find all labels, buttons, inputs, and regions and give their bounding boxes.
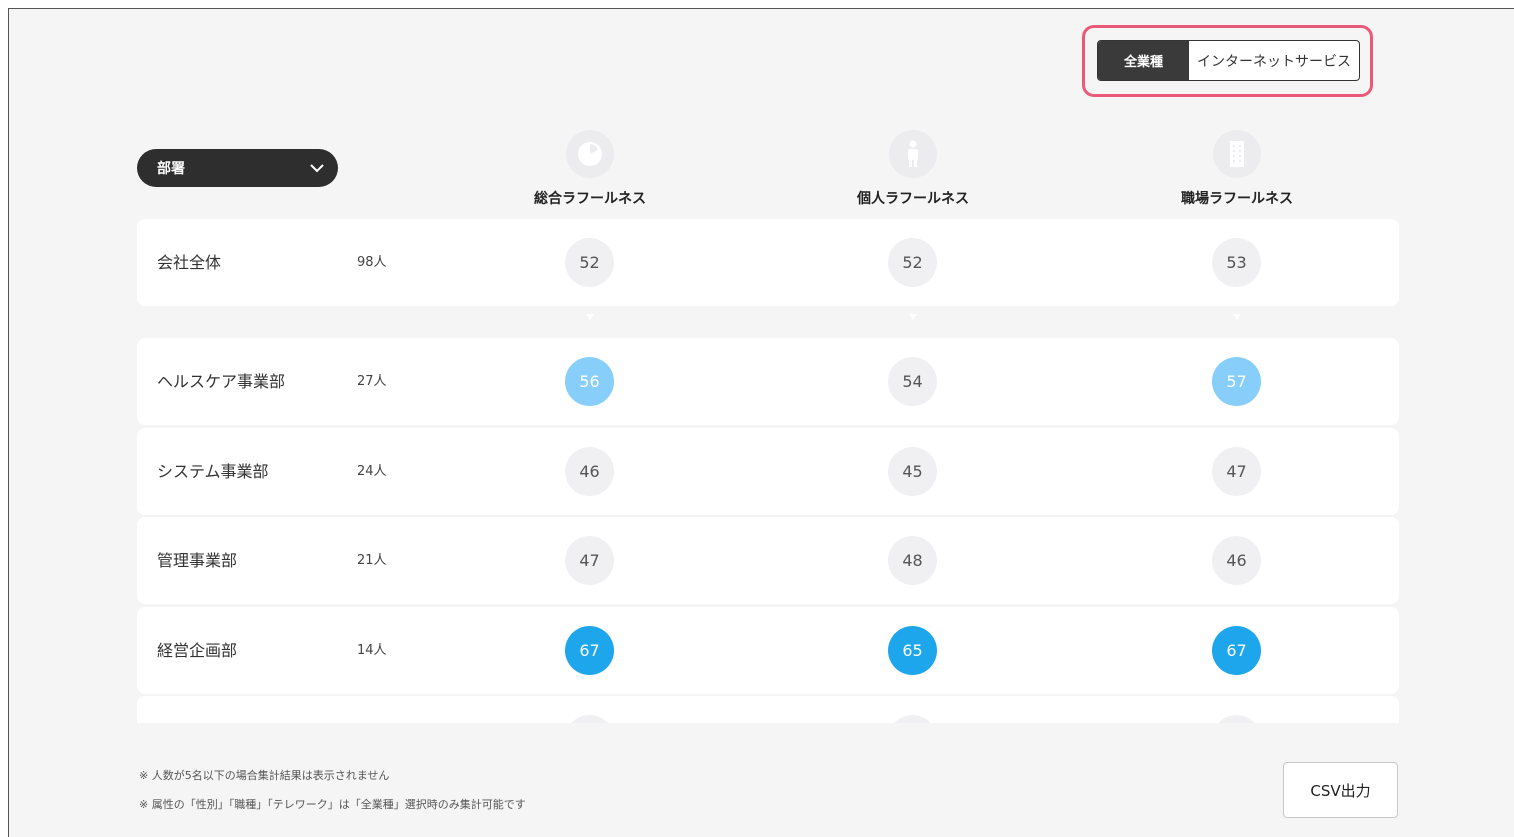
row-name: 経営企画部: [157, 641, 238, 660]
score-total: 47: [565, 536, 614, 585]
score-total: 52: [565, 238, 614, 287]
row-count: 21人: [357, 553, 387, 568]
column-header-personal: 個人ラフールネス: [813, 130, 1013, 208]
column-header-total: 総合ラフールネス: [490, 130, 690, 208]
csv-export-button[interactable]: CSV出力: [1283, 762, 1398, 818]
score-personal: 48: [888, 536, 937, 585]
score-workplace: 67: [1212, 626, 1261, 675]
chevron-down-icon: [310, 163, 324, 173]
table-row-company: 会社全体 98人 52 52 53: [137, 219, 1399, 306]
industry-toggle[interactable]: 全業種 インターネットサービス: [1097, 40, 1360, 81]
row-count: 24人: [357, 464, 387, 479]
score-total: 67: [565, 626, 614, 675]
score-total: 46: [565, 447, 614, 496]
industry-option-all[interactable]: 全業種: [1098, 41, 1189, 80]
column-label: 個人ラフールネス: [857, 191, 969, 207]
score-workplace: 57: [1212, 357, 1261, 406]
department-table[interactable]: 会社全体 98人 52 52 53 ヘルスケア事業部 27人 56 54 57 …: [137, 219, 1399, 723]
table-row[interactable]: 管理事業部 21人 47 48 46: [137, 517, 1399, 604]
score-personal: 52: [888, 238, 937, 287]
footnotes: ※ 人数が5名以下の場合集計結果は表示されません ※ 属性の「性別」「職種」「テ…: [139, 761, 526, 819]
score-personal: [888, 715, 937, 723]
department-dropdown[interactable]: 部署: [137, 149, 338, 187]
footnote: ※ 属性の「性別」「職種」「テレワーク」は「全業種」選択時のみ集計可能です: [139, 798, 526, 811]
row-count: 98人: [357, 255, 387, 270]
score-workplace: 46: [1212, 536, 1261, 585]
industry-option-internet[interactable]: インターネットサービス: [1189, 41, 1359, 80]
row-name: 会社全体: [157, 253, 222, 272]
row-name: 管理事業部: [157, 551, 238, 570]
score-total: 56: [565, 357, 614, 406]
score-personal: 45: [888, 447, 937, 496]
score-personal: 54: [888, 357, 937, 406]
down-arrow-icon: [909, 314, 917, 320]
building-icon: [1213, 130, 1261, 178]
score-personal: 65: [888, 626, 937, 675]
row-name: システム事業部: [157, 462, 269, 481]
table-row[interactable]: [137, 696, 1399, 723]
column-label: 職場ラフールネス: [1181, 191, 1293, 207]
department-dropdown-label: 部署: [157, 161, 185, 177]
table-row[interactable]: システム事業部 24人 46 45 47: [137, 428, 1399, 515]
pie-icon: [566, 130, 614, 178]
down-arrow-icon: [1233, 314, 1241, 320]
row-count: 27人: [357, 374, 387, 389]
table-row[interactable]: 経営企画部 14人 67 65 67: [137, 607, 1399, 694]
table-row[interactable]: ヘルスケア事業部 27人 56 54 57: [137, 338, 1399, 425]
column-header-workplace: 職場ラフールネス: [1137, 130, 1337, 208]
footnote: ※ 人数が5名以下の場合集計結果は表示されません: [139, 769, 390, 782]
row-name: ヘルスケア事業部: [157, 372, 286, 391]
score-workplace: [1212, 715, 1261, 723]
score-workplace: 47: [1212, 447, 1261, 496]
person-icon: [889, 130, 937, 178]
score-workplace: 53: [1212, 238, 1261, 287]
row-count: 14人: [357, 643, 387, 658]
down-arrow-icon: [586, 314, 594, 320]
score-total: [565, 715, 614, 723]
column-label: 総合ラフールネス: [534, 191, 646, 207]
